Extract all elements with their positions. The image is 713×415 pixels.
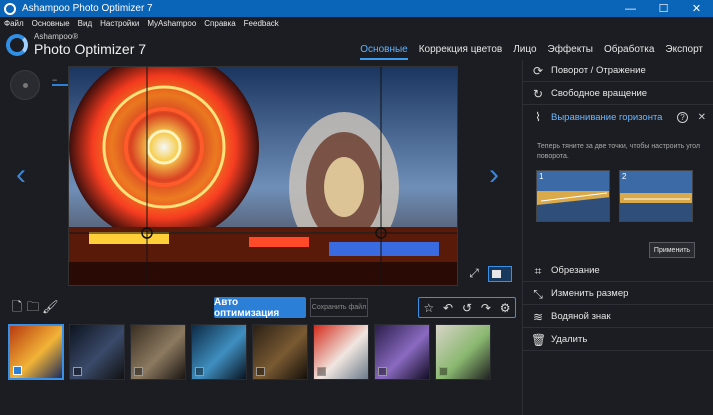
pan-joystick[interactable] <box>10 70 40 100</box>
action-toolbar: 🗋 🗀 🖌 Авто оптимизация Сохранить файл ☆ … <box>0 294 522 320</box>
tools-panel: ⟳ Поворот / Отражение ↻ Свободное вращен… <box>522 60 713 415</box>
tab-effects[interactable]: Эффекты <box>548 44 593 60</box>
crop-icon: ⌗ <box>534 263 542 278</box>
thumbnail-checkbox[interactable] <box>134 367 143 376</box>
horizon-label: Выравнивание горизонта <box>551 111 663 123</box>
undo-icon[interactable]: ↶ <box>443 301 453 315</box>
compare-view-button[interactable] <box>488 266 512 282</box>
auto-optimize-button[interactable]: Авто оптимизация <box>214 297 306 319</box>
filmstrip-thumbnail[interactable] <box>374 324 430 380</box>
thumbnail-checkbox[interactable] <box>317 367 326 376</box>
step-number-2: 2 <box>622 172 627 181</box>
tab-color-correction[interactable]: Коррекция цветов <box>419 44 502 60</box>
watermark-label: Водяной знак <box>551 311 611 322</box>
close-icon[interactable]: ✕ <box>698 112 706 123</box>
favorites-icon[interactable]: ☆ <box>423 301 434 315</box>
thumbnail-checkbox[interactable] <box>256 367 265 376</box>
apply-button[interactable]: Применить <box>649 242 695 258</box>
thumbnail-checkbox[interactable] <box>378 367 387 376</box>
rotate-flip-label: Поворот / Отражение <box>551 65 646 76</box>
product-logo: Ashampoo® Photo Optimizer 7 <box>6 33 146 56</box>
step-number-1: 1 <box>539 172 544 181</box>
open-folder-icon[interactable]: 🗀 <box>26 300 40 314</box>
crop-label: Обрезание <box>551 265 600 276</box>
free-rotate-item[interactable]: ↻ Свободное вращение <box>523 83 713 105</box>
fullscreen-icon[interactable]: ⤢ <box>466 266 482 282</box>
delete-item[interactable]: 🗑 Удалить <box>523 329 713 351</box>
menu-file[interactable]: Файл <box>4 19 24 28</box>
watermark-icon: ≋ <box>532 309 544 324</box>
filmstrip-thumbnail[interactable] <box>252 324 308 380</box>
filmstrip-thumbnail[interactable] <box>313 324 369 380</box>
filmstrip-thumbnail[interactable] <box>130 324 186 380</box>
help-icon[interactable]: ? <box>677 111 688 123</box>
free-rotate-label: Свободное вращение <box>551 88 648 99</box>
tab-basic[interactable]: Основные <box>360 44 408 60</box>
minimize-button[interactable]: — <box>614 0 647 17</box>
photo-viewer: − + ‹ › <box>0 60 522 292</box>
logo-brand: Ashampoo® <box>34 32 79 41</box>
next-image-icon[interactable]: › <box>489 160 499 190</box>
logo-ring-icon <box>6 33 28 56</box>
main-photo[interactable] <box>68 66 458 286</box>
tab-processing[interactable]: Обработка <box>604 44 654 60</box>
clear-brush-icon[interactable]: 🖌 <box>42 300 59 314</box>
horizon-hint: Теперь тяните за две точки, чтобы настро… <box>537 143 701 160</box>
previous-image-icon[interactable]: ‹ <box>16 160 26 190</box>
app-header: Ashampoo® Photo Optimizer 7 Основные Кор… <box>0 30 713 60</box>
settings-icon[interactable]: ⚙ <box>500 301 511 315</box>
resize-item[interactable]: ⤡ Изменить размер <box>523 283 713 305</box>
title-bar: Ashampoo Photo Optimizer 7 — ☐ ✕ <box>0 0 713 17</box>
tab-export[interactable]: Экспорт <box>665 44 703 60</box>
undo-all-icon[interactable]: ↺ <box>462 301 472 315</box>
rotate-icon: ⟳ <box>532 63 544 78</box>
redo-icon[interactable]: ↷ <box>481 301 491 315</box>
free-rotate-icon: ↻ <box>532 86 544 101</box>
menu-view[interactable]: Вид <box>78 19 92 28</box>
menu-myashampoo[interactable]: MyAshampoo <box>147 19 196 28</box>
filmstrip-thumbnail[interactable] <box>8 324 64 380</box>
window-title: Ashampoo Photo Optimizer 7 <box>22 3 153 14</box>
photo-canvas <box>69 67 457 285</box>
horizon-example-2: 2 <box>619 170 693 222</box>
resize-icon: ⤡ <box>533 286 543 301</box>
menu-main[interactable]: Основные <box>32 19 70 28</box>
horizon-icon: ⌇ <box>535 110 541 124</box>
rotate-flip-item[interactable]: ⟳ Поворот / Отражение <box>523 60 713 82</box>
menu-help[interactable]: Справка <box>204 19 235 28</box>
resize-label: Изменить размер <box>551 288 629 299</box>
horizon-example-1: 1 <box>536 170 610 222</box>
filmstrip-thumbnail[interactable] <box>435 324 491 380</box>
horizon-item[interactable]: ⌇ Выравнивание горизонта ? ✕ <box>523 106 713 128</box>
filmstrip-thumbnail[interactable] <box>69 324 125 380</box>
filmstrip <box>0 322 522 384</box>
menu-settings[interactable]: Настройки <box>100 19 139 28</box>
horizon-tool-body: Теперь тяните за две точки, чтобы настро… <box>523 130 713 260</box>
logo-product: Photo Optimizer 7 <box>34 41 147 57</box>
delete-label: Удалить <box>551 334 588 345</box>
main-tabs: Основные Коррекция цветов Лицо Эффекты О… <box>349 44 703 60</box>
app-logo-icon <box>4 2 16 15</box>
close-button[interactable]: ✕ <box>680 0 713 17</box>
menu-feedback[interactable]: Feedback <box>244 19 279 28</box>
filmstrip-thumbnail[interactable] <box>191 324 247 380</box>
trash-icon: 🗑 <box>531 332 547 347</box>
thumbnail-checkbox[interactable] <box>439 367 448 376</box>
edit-history-group: ☆ ↶ ↺ ↷ ⚙ <box>418 297 516 318</box>
new-file-icon[interactable]: 🗋 <box>10 300 24 314</box>
save-file-button[interactable]: Сохранить файл <box>310 298 368 317</box>
crop-item[interactable]: ⌗ Обрезание <box>523 260 713 282</box>
watermark-item[interactable]: ≋ Водяной знак <box>523 306 713 328</box>
thumbnail-checkbox[interactable] <box>73 367 82 376</box>
thumbnail-checkbox[interactable] <box>13 366 22 375</box>
menu-bar: Файл Основные Вид Настройки MyAshampoo С… <box>0 17 713 30</box>
maximize-button[interactable]: ☐ <box>647 0 680 17</box>
thumbnail-checkbox[interactable] <box>195 367 204 376</box>
tab-face[interactable]: Лицо <box>513 44 536 60</box>
